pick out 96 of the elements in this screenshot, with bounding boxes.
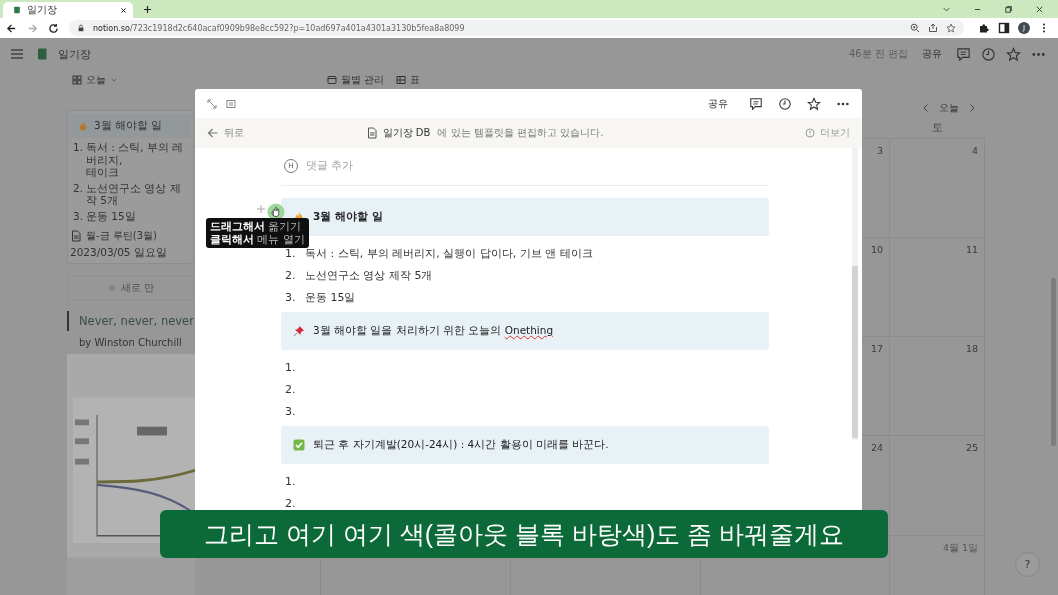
share-link[interactable]: 공유 xyxy=(708,96,728,111)
reload-icon[interactable] xyxy=(48,22,59,34)
subtitle-caption: 그리고 여기 여기 색(콜아웃 블록 바탕색)도 좀 바꿔줄게요 xyxy=(160,510,888,558)
quote-author: by Winston Churchill xyxy=(78,336,182,348)
callout-block[interactable]: 3월 해야할 일을 처리하기 위한 오늘의 Onething xyxy=(281,312,769,350)
list-number: 3. xyxy=(73,209,84,223)
arrow-left-icon xyxy=(207,127,219,139)
day-number: 4 xyxy=(971,145,978,156)
document-icon xyxy=(70,229,82,242)
weekday-label: 토 xyxy=(931,120,943,135)
day-number: 25 xyxy=(965,442,978,453)
star-icon[interactable] xyxy=(946,23,956,33)
comment-icon[interactable] xyxy=(749,96,763,111)
new-button[interactable]: 새로 만 xyxy=(67,274,194,301)
star-icon[interactable] xyxy=(1006,46,1021,62)
callout-text: 퇴근 후 자기계발(20시-24시) : 4시간 활용이 미래를 바꾼다. xyxy=(313,438,609,452)
side-panel-icon[interactable] xyxy=(998,22,1010,34)
day-number: 11 xyxy=(965,244,978,255)
database-link[interactable]: 일기장 DB xyxy=(382,126,431,140)
callout-block[interactable]: 퇴근 후 자기계발(20시-24시) : 4시간 활용이 미래를 바꾼다. xyxy=(281,426,769,464)
new-tab-icon[interactable] xyxy=(143,5,152,14)
close-icon[interactable] xyxy=(120,6,127,14)
restore-icon[interactable] xyxy=(1004,5,1013,14)
star-icon[interactable] xyxy=(807,96,821,111)
today-button[interactable]: 오늘 xyxy=(939,101,959,115)
puzzle-icon[interactable] xyxy=(978,22,990,34)
list-text: 노선연구소 영상 제작 5개 xyxy=(86,181,182,207)
list-number: 1. xyxy=(285,474,297,488)
book-icon xyxy=(36,48,48,60)
share-link[interactable]: 공유 xyxy=(922,47,942,61)
next-icon[interactable] xyxy=(967,103,977,113)
banner-message: 에 있는 템플릿을 편집하고 있습니다. xyxy=(437,126,604,140)
day-number: 10 xyxy=(870,244,883,255)
day-number: 4월 1일 xyxy=(942,542,978,555)
lock-icon xyxy=(77,24,85,32)
share-icon[interactable] xyxy=(928,23,938,33)
back-icon[interactable] xyxy=(6,22,17,34)
more-button[interactable]: 더보기 xyxy=(805,126,850,140)
clock-icon[interactable] xyxy=(981,46,996,62)
browser-tab[interactable]: 일기장 xyxy=(3,2,133,18)
list-number: 1. xyxy=(73,141,84,155)
zoom-icon[interactable] xyxy=(910,23,920,33)
list-number: 2. xyxy=(285,268,297,282)
checkmark-icon xyxy=(293,439,305,451)
card-title: 월-금 루틴(3월) xyxy=(86,228,157,243)
scrollbar[interactable] xyxy=(1051,278,1056,446)
page-title[interactable]: 일기장 xyxy=(58,46,91,62)
document-icon xyxy=(365,127,378,139)
previous-icon[interactable] xyxy=(921,103,931,113)
card-date: 2023/03/05 일요일 xyxy=(70,245,168,260)
clock-icon[interactable] xyxy=(778,96,792,111)
pushpin-icon xyxy=(293,325,305,337)
callout-text: 3월 해야할 일 xyxy=(94,119,163,133)
list-text: 독서 : 스틱, 부의 레버리지, 테이크 xyxy=(86,141,185,179)
info-icon xyxy=(805,128,815,138)
calendar-icon xyxy=(327,75,337,85)
day-number: 24 xyxy=(870,442,883,453)
list-number: 2. xyxy=(285,382,297,396)
close-icon[interactable] xyxy=(1035,5,1044,14)
list-number: 2. xyxy=(285,496,297,510)
list-number: 1. xyxy=(285,360,297,374)
list-number: 2. xyxy=(73,181,84,196)
day-number: 18 xyxy=(965,343,978,354)
list-text: 운동 15일 xyxy=(86,209,136,223)
list-number: 1. xyxy=(285,246,297,260)
view-tab[interactable]: 월별 관리 xyxy=(327,73,385,87)
day-number: 17 xyxy=(870,343,883,354)
tooltip-text: 클릭해서 메뉴 열기 xyxy=(210,233,305,246)
panel-icon[interactable] xyxy=(226,98,236,109)
view-tab[interactable]: 표 xyxy=(396,73,421,87)
url-text: notion.so/723c1918d2c640acaf0909b98e8cc592?p=10ad697a401a4301a3130b5fea8a8099 xyxy=(93,23,465,33)
callout-text: 3월 해야할 일 xyxy=(313,210,383,224)
gallery-card[interactable]: 3월 해야할 일 1. 독서 : 스틱, 부의 레버리지, 테이크 2. 노선연구소 영상 제작 5개 3. 운동 15일 월-금 루틴(3월) 2023/03/05 일요일 xyxy=(67,110,194,264)
list-number: 3. xyxy=(285,404,297,418)
chevron-down-icon xyxy=(110,76,118,84)
view-switcher[interactable]: 오늘 xyxy=(72,70,118,90)
chevron-down-icon[interactable] xyxy=(942,5,951,14)
back-button[interactable]: 뒤로 xyxy=(207,126,244,140)
day-number: 3 xyxy=(876,145,883,156)
list-number: 3. xyxy=(285,290,297,304)
add-comment[interactable]: 댓글 추가 xyxy=(306,159,354,173)
callout-text: 3월 해야할 일을 처리하기 위한 오늘의 Onething xyxy=(313,324,554,338)
list-text: 운동 15일 xyxy=(305,289,356,305)
book-icon xyxy=(13,6,21,14)
quote: Never, never, never xyxy=(67,310,194,331)
scrollbar[interactable] xyxy=(852,148,858,440)
grid-icon xyxy=(72,75,82,85)
list-text: 노선연구소 영상 제작 5개 xyxy=(305,267,433,283)
help-button[interactable]: ? xyxy=(1015,552,1040,577)
plus-icon xyxy=(106,282,117,293)
tab-title: 일기장 xyxy=(27,3,58,17)
address-bar[interactable]: notion.so/723c1918d2c640acaf0909b98e8cc592?p=10ad697a401a4301a3130b5fea8a8099 xyxy=(69,20,964,36)
table-icon xyxy=(396,75,407,85)
list-text: 독서 : 스틱, 부의 레버리지, 실행이 답이다, 기브 앤 테이크 xyxy=(305,245,593,261)
flame-icon xyxy=(78,121,88,131)
expand-icon[interactable] xyxy=(207,98,217,109)
